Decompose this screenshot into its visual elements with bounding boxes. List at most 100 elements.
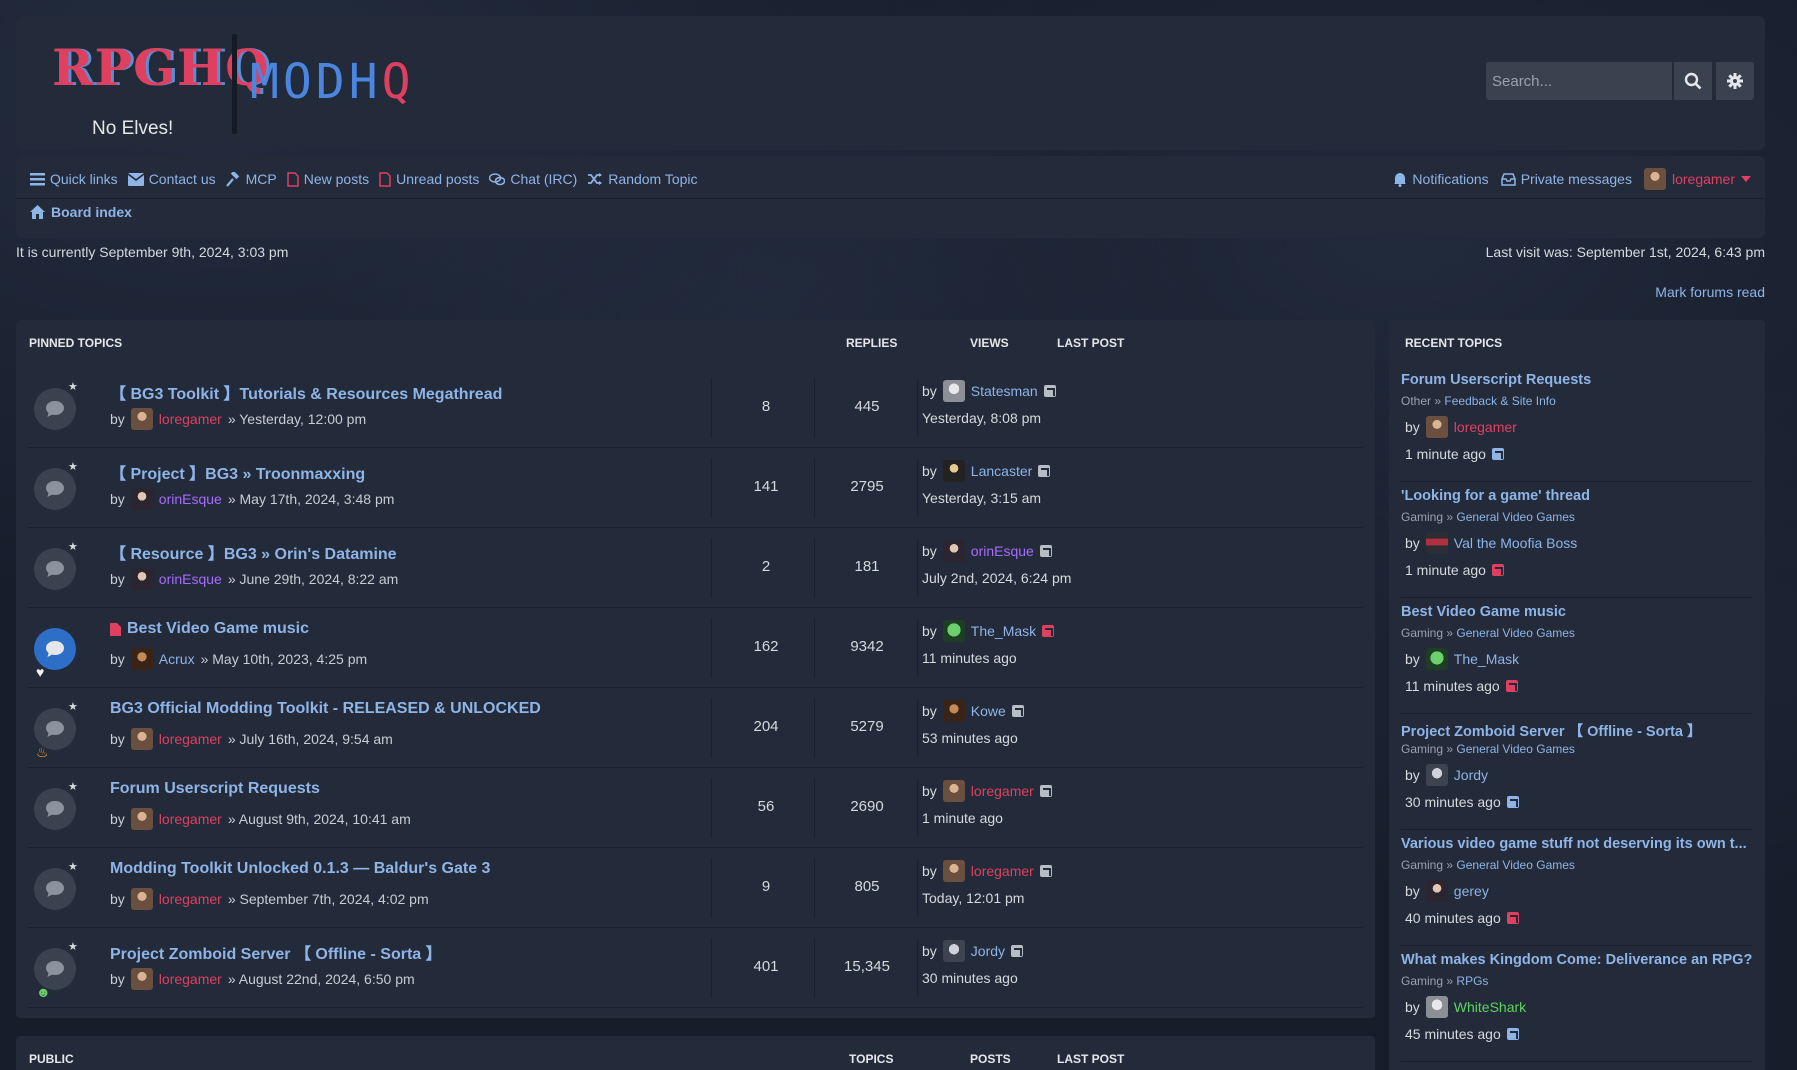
category-link[interactable]: General Video Games <box>1456 510 1575 524</box>
topic-title-link[interactable]: Best Video Game music <box>110 620 309 638</box>
recent-topic-user-link[interactable]: WhiteShark <box>1454 999 1526 1015</box>
category-separator: » <box>1446 974 1454 988</box>
search-icon <box>1684 72 1702 90</box>
category-separator: » <box>1434 394 1442 408</box>
goto-last-post-icon[interactable] <box>1043 385 1056 397</box>
goto-last-post-icon[interactable] <box>1039 865 1052 877</box>
recent-topic-title-link[interactable]: Forum Userscript Requests <box>1401 372 1753 388</box>
goto-last-post-icon[interactable] <box>1506 796 1519 808</box>
category-link[interactable]: General Video Games <box>1456 858 1575 872</box>
goto-last-post-icon[interactable] <box>1039 545 1052 557</box>
recent-topic-title-link[interactable]: 'Looking for a game' thread <box>1401 488 1753 504</box>
goto-last-post-icon[interactable] <box>1038 465 1051 477</box>
recent-topic-title-link[interactable]: What makes Kingdom Come: Deliverance an … <box>1401 952 1753 968</box>
recent-topic-user-link[interactable]: gerey <box>1454 883 1489 899</box>
topic-title-link[interactable]: BG3 Official Modding Toolkit - RELEASED … <box>110 700 541 718</box>
last-post-user-link[interactable]: orinEsque <box>971 543 1034 559</box>
topic-row: ★ ♨ BG3 Official Modding Toolkit - RELEASE… <box>28 688 1363 768</box>
recent-topic-title-link[interactable]: Various video game stuff not deserving i… <box>1401 836 1753 852</box>
nav-notifications[interactable]: Notifications <box>1393 171 1489 187</box>
recent-topic-user-link[interactable]: Val the Moofia Boss <box>1454 535 1577 551</box>
nav-contact-us[interactable]: Contact us <box>127 171 216 187</box>
recent-topic-user-link[interactable]: loregamer <box>1454 419 1517 435</box>
column-divider <box>711 698 712 758</box>
advanced-search-button[interactable] <box>1716 62 1754 100</box>
speech-bubble-icon <box>46 801 64 817</box>
topic-author-link[interactable]: loregamer <box>159 411 222 427</box>
search-button[interactable] <box>1674 62 1712 100</box>
category-link[interactable]: Feedback & Site Info <box>1444 394 1555 408</box>
last-post-user-link[interactable]: Lancaster <box>971 463 1032 479</box>
site-logo[interactable]: RPGHQ MODHQ No Elves! <box>34 24 474 142</box>
last-post-user-link[interactable]: Statesman <box>971 383 1038 399</box>
last-post-user-link[interactable]: Jordy <box>971 943 1005 959</box>
speech-bubble-icon <box>46 481 64 497</box>
speech-bubble-icon <box>46 641 64 657</box>
category-link[interactable]: RPGs <box>1456 974 1488 988</box>
breadcrumb-board-index: Board index <box>51 204 132 220</box>
category-link[interactable]: General Video Games <box>1456 626 1575 640</box>
last-post-author: by The_Mask <box>922 620 1055 642</box>
column-divider <box>711 938 712 998</box>
column-divider <box>711 778 712 838</box>
goto-last-post-icon[interactable] <box>1505 680 1518 692</box>
goto-last-post-icon[interactable] <box>1042 625 1055 637</box>
recent-topic-author: by gerey <box>1405 880 1489 902</box>
recent-topics-panel: RECENT TOPICS Forum Userscript Requests O… <box>1389 320 1765 1070</box>
category-parent: Gaming <box>1401 626 1444 640</box>
mark-forums-read-link[interactable]: Mark forums read <box>1655 284 1765 300</box>
by-label: by <box>1405 999 1420 1015</box>
goto-last-post-icon[interactable] <box>1506 912 1519 924</box>
last-post-author: by Kowe <box>922 700 1024 722</box>
topic-title-link[interactable]: Forum Userscript Requests <box>110 780 320 798</box>
topic-row: ★ ☻ Project Zomboid Server 【 Offline - Sor… <box>28 928 1363 1008</box>
recent-topic-user-link[interactable]: Jordy <box>1454 767 1488 783</box>
by-label: by <box>922 543 937 559</box>
nav-unread-posts[interactable]: Unread posts <box>379 171 479 187</box>
topic-author-link[interactable]: orinEsque <box>159 571 222 587</box>
goto-last-post-icon[interactable] <box>1491 448 1504 460</box>
user-menu[interactable]: loregamer <box>1643 168 1751 190</box>
chat-icon <box>489 172 506 185</box>
nav-private-messages[interactable]: Private messages <box>1500 171 1632 187</box>
goto-last-post-icon[interactable] <box>1491 564 1504 576</box>
topic-author-link[interactable]: Acrux <box>159 651 195 667</box>
nav-quick-links[interactable]: Quick links <box>30 171 118 187</box>
last-post-user-link[interactable]: loregamer <box>971 783 1034 799</box>
recent-topic-item: What makes Kingdom Come: Deliverance an … <box>1401 946 1753 1062</box>
nav-new-posts[interactable]: New posts <box>287 171 369 187</box>
goto-last-post-icon[interactable] <box>1039 785 1052 797</box>
search-input[interactable] <box>1486 62 1672 100</box>
topic-author-link[interactable]: loregamer <box>159 731 222 747</box>
nav-chat-irc[interactable]: Chat (IRC) <box>489 171 577 187</box>
recent-topic-user-link[interactable]: The_Mask <box>1454 651 1519 667</box>
goto-last-post-icon[interactable] <box>1506 1028 1519 1040</box>
gavel-icon <box>225 171 239 187</box>
topic-title-link[interactable]: Project Zomboid Server 【 Offline - Sorta… <box>110 940 442 964</box>
goto-last-post-icon[interactable] <box>1011 945 1024 957</box>
recent-topic-title-link[interactable]: Project Zomboid Server 【 Offline - Sorta… <box>1401 720 1753 741</box>
topic-author-link[interactable]: orinEsque <box>159 491 222 507</box>
topic-author-link[interactable]: loregamer <box>159 971 222 987</box>
avatar <box>130 488 153 510</box>
column-divider <box>917 538 918 598</box>
speech-bubble-icon <box>46 721 64 737</box>
category-link[interactable]: General Video Games <box>1456 742 1575 756</box>
nav-random-topic[interactable]: Random Topic <box>587 171 698 187</box>
last-post-user-link[interactable]: loregamer <box>971 863 1034 879</box>
topic-title: BG3 Official Modding Toolkit - RELEASED … <box>110 700 541 717</box>
topic-author-link[interactable]: loregamer <box>159 891 222 907</box>
breadcrumb[interactable]: Board index <box>30 204 132 220</box>
speech-bubble-icon <box>46 881 64 897</box>
topic-title-link[interactable]: 【 BG3 Toolkit 】Tutorials & Resources Meg… <box>110 380 502 404</box>
topic-title-link[interactable]: 【 Project 】BG3 » Troonmaxxing <box>110 460 365 484</box>
topic-title-link[interactable]: Modding Toolkit Unlocked 0.1.3 — Baldur'… <box>110 860 490 878</box>
last-post-user-link[interactable]: Kowe <box>971 703 1006 719</box>
topic-author-link[interactable]: loregamer <box>159 811 222 827</box>
recent-topic-title-link[interactable]: Best Video Game music <box>1401 604 1753 620</box>
goto-last-post-icon[interactable] <box>1011 705 1024 717</box>
last-post-author: by orinEsque <box>922 540 1052 562</box>
topic-title-link[interactable]: 【 Resource 】BG3 » Orin's Datamine <box>110 540 397 564</box>
nav-mcp[interactable]: MCP <box>225 171 277 187</box>
last-post-user-link[interactable]: The_Mask <box>971 623 1036 639</box>
